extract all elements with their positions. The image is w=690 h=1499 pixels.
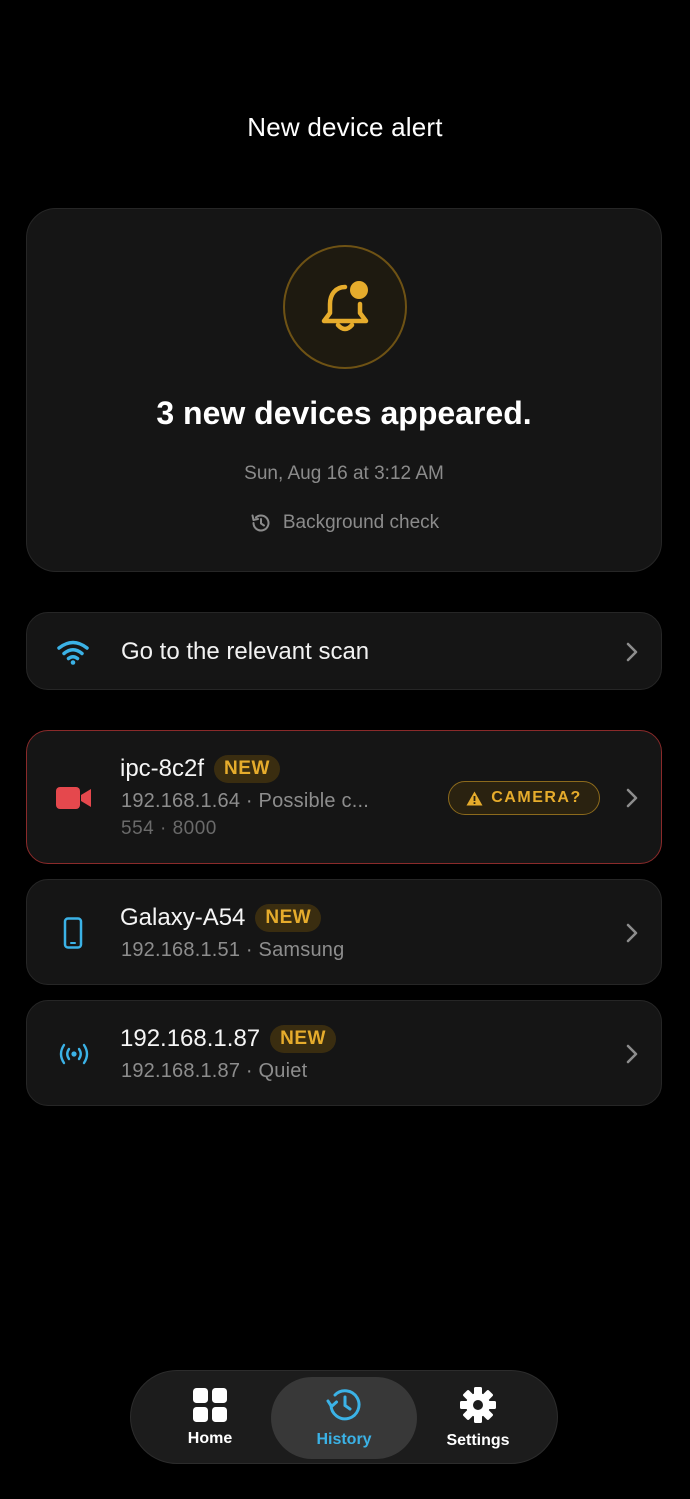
bell-icon-circle <box>283 245 407 369</box>
chevron-right-icon <box>626 923 638 943</box>
device-subtitle: 192.168.1.51 · Samsung <box>121 939 345 961</box>
camera-warning-badge: CAMERA? <box>448 781 600 815</box>
go-to-scan-button[interactable]: Go to the relevant scan <box>26 612 662 690</box>
go-to-scan-label: Go to the relevant scan <box>121 638 370 665</box>
phone-icon <box>63 917 83 949</box>
bottom-tab-bar: Home History Settings <box>130 1370 558 1464</box>
device-subtitle: 192.168.1.87 · Quiet <box>121 1060 308 1082</box>
gear-icon <box>460 1387 496 1423</box>
page-title: New device alert <box>247 112 443 142</box>
alert-summary-card: 3 new devices appeared. Sun, Aug 16 at 3… <box>26 208 662 572</box>
alert-timestamp: Sun, Aug 16 at 3:12 AM <box>244 463 444 484</box>
chevron-right-icon <box>626 1044 638 1064</box>
new-badge: NEW <box>255 904 322 932</box>
alert-source-label: Background check <box>282 512 440 533</box>
history-icon <box>326 1389 361 1421</box>
chevron-right-icon <box>626 788 638 808</box>
device-name: Galaxy-A54 <box>120 904 246 931</box>
alert-source: Background check <box>27 511 661 535</box>
tab-settings[interactable]: Settings <box>405 1377 551 1459</box>
tab-settings-label: Settings <box>446 1432 510 1449</box>
tab-history-label: History <box>316 1431 372 1448</box>
device-ports: 554 · 8000 <box>121 818 217 839</box>
device-row-galaxy-a54[interactable]: Galaxy-A54 NEW 192.168.1.51 · Samsung <box>26 879 662 985</box>
alert-headline: 3 new devices appeared. <box>156 395 532 431</box>
wifi-icon <box>57 640 89 665</box>
tab-history[interactable]: History <box>271 1377 417 1459</box>
history-small-icon <box>251 514 270 532</box>
device-row-ipc-8c2f[interactable]: ipc-8c2f NEW 192.168.1.64 · Possible c..… <box>26 730 662 864</box>
new-badge: NEW <box>214 755 280 783</box>
device-name: ipc-8c2f <box>120 755 205 782</box>
device-name: 192.168.1.87 <box>120 1025 261 1052</box>
warning-icon <box>466 791 483 805</box>
bell-alert-icon <box>321 281 369 332</box>
device-subtitle: 192.168.1.64 · Possible c... <box>121 790 369 812</box>
broadcast-icon <box>59 1043 89 1065</box>
device-row-192-168-1-87[interactable]: 192.168.1.87 NEW 192.168.1.87 · Quiet <box>26 1000 662 1106</box>
grid-icon <box>193 1388 227 1422</box>
chevron-right-icon <box>626 642 638 662</box>
video-camera-icon <box>56 787 91 809</box>
tab-home-label: Home <box>187 1430 233 1447</box>
new-badge: NEW <box>270 1025 336 1053</box>
camera-warning-label: CAMERA? <box>491 789 582 806</box>
tab-home[interactable]: Home <box>137 1377 283 1459</box>
